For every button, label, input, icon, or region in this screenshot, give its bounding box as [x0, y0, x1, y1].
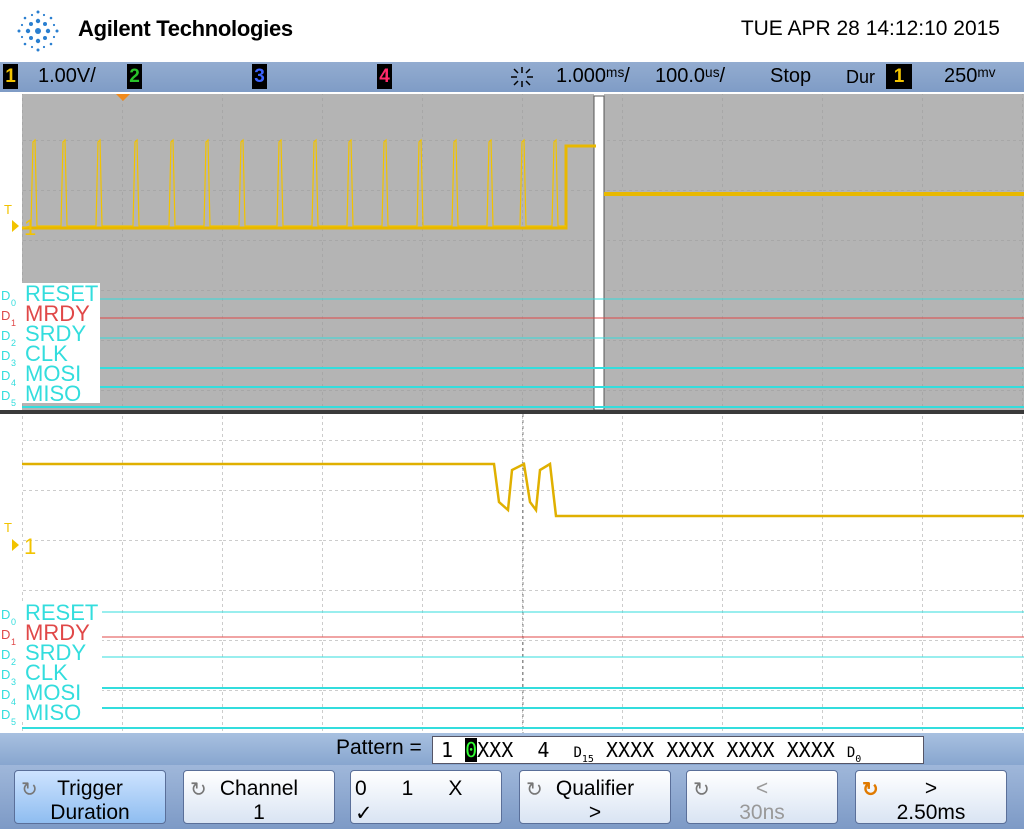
- softkey-value: 1: [253, 801, 265, 824]
- digital-channel-id: D: [1, 308, 10, 323]
- channel-1-scale: 1.00V/: [38, 65, 96, 87]
- digital-channel-sub: 3: [11, 677, 16, 687]
- digital-channel-id: D: [1, 388, 10, 403]
- datetime-display: TUE APR 28 14:12:10 2015: [740, 17, 1000, 40]
- digital-channel-id: D: [1, 687, 10, 702]
- time-reference: 1.000ᵐˢ/: [556, 65, 630, 87]
- softkey-bar: ↻ Trigger Duration ↻ Channel 1 0 1 X ✓ ↻…: [0, 765, 1024, 829]
- digital-channel-sub: 5: [11, 398, 16, 408]
- less-than-time-softkey[interactable]: ↻ < 30ns: [686, 770, 838, 824]
- digital-channel-id: D: [1, 288, 10, 303]
- channel-2-badge[interactable]: 2: [127, 64, 142, 89]
- softkey-label: 0 1 X: [355, 777, 463, 800]
- overview-pane: [21, 94, 1024, 412]
- softkey-label: Trigger: [57, 777, 123, 800]
- pattern-d0-label: D: [846, 745, 856, 761]
- zoom-window-marker: [593, 95, 605, 411]
- digital-channel-id: D: [1, 328, 10, 343]
- digital-channel-sub: 0: [11, 298, 16, 308]
- pane-divider: [0, 410, 1024, 414]
- digital-channel-id: D: [1, 368, 10, 383]
- scope-display: T 1 T 1 D 0 RESETD 1 MRDYD 2 SRDYD 3 CLKD 4 MOSID 5…: [0, 92, 1024, 733]
- digital-channel-sub: 4: [11, 697, 16, 707]
- softkey-label: Qualifier: [555, 777, 635, 800]
- channel-4-badge[interactable]: 4: [377, 64, 392, 89]
- pattern-bar: Pattern = 1 0XXX 4 D15 XXXX XXXX XXXX XX…: [0, 733, 1024, 765]
- digital-channel-id: D: [1, 647, 10, 662]
- header: Agilent Technologies TUE APR 28 14:12:10…: [0, 0, 1024, 62]
- digital-channel-id: D: [1, 627, 10, 642]
- pattern-d0-sub: 0: [855, 754, 862, 765]
- digital-channel-sub: 2: [11, 657, 16, 667]
- time-scale: 100.0ᵘˢ/: [655, 65, 726, 87]
- brand-name: Agilent Technologies: [78, 16, 293, 41]
- pattern-d15-label: D: [573, 745, 582, 761]
- qualifier-softkey[interactable]: ↻ Qualifier >: [519, 770, 671, 824]
- trigger-type: Dur: [846, 67, 876, 87]
- trigger-level-marker-bottom: T: [4, 520, 12, 535]
- pattern-digital-bits: XXXX XXXX XXXX XXXX: [593, 738, 847, 762]
- digital-channel-sub: 3: [11, 358, 16, 368]
- digital-channel-sub: 1: [11, 637, 16, 647]
- pattern-bit-softkey[interactable]: 0 1 X ✓: [350, 770, 502, 825]
- status-bar: 1 1.00V/ 2 3 4 1.000ᵐˢ/ 100.0ᵘˢ/ Stop Du…: [0, 62, 1024, 92]
- softkey-value: 2.50ms: [896, 801, 966, 824]
- digital-channel-sub: 4: [11, 378, 16, 388]
- pattern-prefix: 1: [441, 738, 466, 762]
- channel-1-marker-bottom: 1: [24, 534, 36, 559]
- softkey-label: Channel: [219, 777, 299, 800]
- pattern-d15-sub: 15: [581, 754, 594, 765]
- digital-channel-label-miso: MISO: [25, 700, 81, 725]
- trigger-source-badge: 1: [886, 64, 912, 89]
- channel-1-marker-top: 1: [24, 215, 36, 240]
- trigger-duration-softkey[interactable]: ↻ Trigger Duration: [14, 770, 166, 824]
- softkey-value: 30ns: [739, 801, 785, 824]
- digital-channel-id: D: [1, 667, 10, 682]
- channel-3-badge[interactable]: 3: [252, 64, 267, 89]
- digital-channel-label-miso: MISO: [25, 381, 81, 406]
- run-state: Stop: [770, 65, 812, 87]
- softkey-label: >: [924, 777, 938, 800]
- trigger-level: 250ᵐᵛ: [944, 65, 996, 87]
- checkmark-icon: ✓: [355, 802, 373, 825]
- digital-channel-sub: 1: [11, 318, 16, 328]
- softkey-value: Duration: [50, 801, 130, 824]
- digital-channel-sub: 2: [11, 338, 16, 348]
- pattern-label: Pattern =: [336, 736, 422, 759]
- greater-than-time-softkey[interactable]: ↻ > 2.50ms: [855, 770, 1007, 824]
- digital-channel-sub: 5: [11, 717, 16, 727]
- pattern-selected-bit[interactable]: 0: [465, 738, 478, 762]
- digital-channel-id: D: [1, 348, 10, 363]
- channel-softkey[interactable]: ↻ Channel 1: [183, 770, 335, 824]
- softkey-label: <: [755, 777, 769, 800]
- digital-channel-id: D: [1, 707, 10, 722]
- zoom-pane: [22, 414, 1024, 733]
- digital-channel-sub: 0: [11, 617, 16, 627]
- trigger-level-marker-top: T: [4, 202, 12, 217]
- pattern-analog: XXX 4: [477, 738, 574, 762]
- pattern-field[interactable]: 1 0XXX 4 D15 XXXX XXXX XXXX XXXX D0: [432, 736, 924, 765]
- channel-1-badge[interactable]: 1: [3, 64, 18, 89]
- time-reference-icon: [511, 67, 533, 87]
- softkey-value: >: [588, 801, 602, 824]
- agilent-spark-logo: [17, 10, 59, 52]
- digital-channel-id: D: [1, 607, 10, 622]
